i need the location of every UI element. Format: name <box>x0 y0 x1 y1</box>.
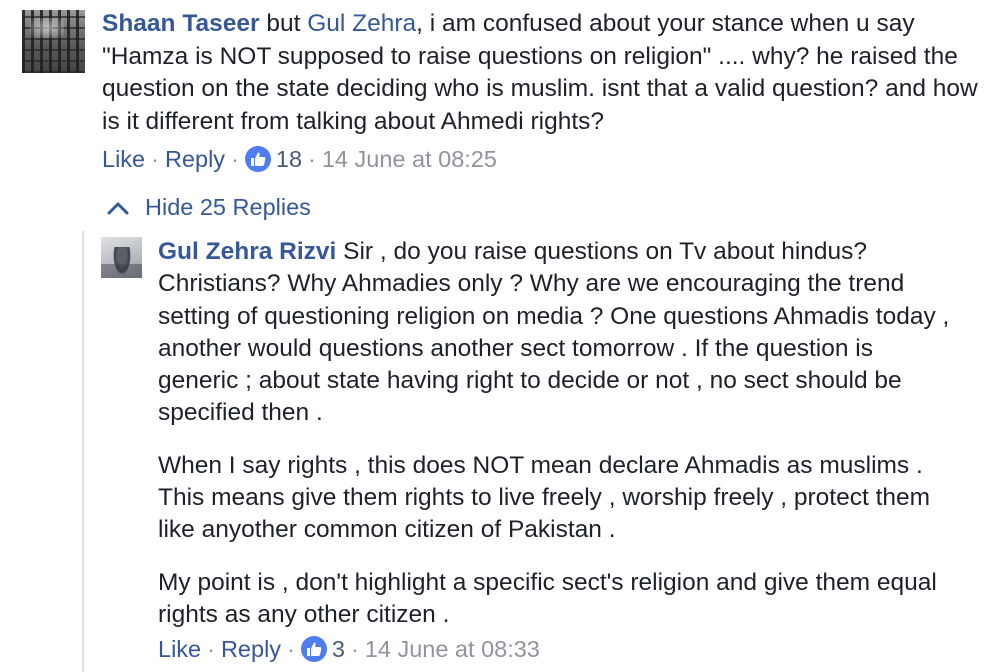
reply-author-link[interactable]: Gul Zehra Rizvi <box>158 238 336 265</box>
reply-paragraph: When I say rights , this does NOT mean d… <box>158 451 931 544</box>
comment-timestamp[interactable]: 14 June at 08:25 <box>322 144 497 174</box>
separator-dot: · <box>308 146 316 172</box>
like-count[interactable]: 3 <box>332 634 345 664</box>
comment-thread: Shaan Taseer but Gul Zehra, i am confuse… <box>0 0 996 672</box>
thumbs-up-icon[interactable] <box>300 636 327 662</box>
mention-link[interactable]: Gul Zehra <box>307 10 416 37</box>
reply-paragraph: My point is , don't highlight a specific… <box>158 568 937 628</box>
separator-dot: · <box>350 636 359 662</box>
separator-dot: · <box>151 146 159 172</box>
reply-timestamp[interactable]: 14 June at 08:33 <box>365 634 540 664</box>
separator-dot: · <box>287 636 295 662</box>
like-count[interactable]: 18 <box>276 144 302 174</box>
reply-thread-line <box>82 231 84 672</box>
chevron-up-icon <box>107 202 129 214</box>
comment-actions: Like · Reply · 18 · 14 June at 08:25 <box>102 144 497 174</box>
reply-button[interactable]: Reply <box>165 144 225 174</box>
comment-author-link[interactable]: Shaan Taseer <box>102 10 260 37</box>
separator-dot: · <box>207 636 215 662</box>
hide-replies-label: Hide 25 Replies <box>145 194 311 220</box>
reply-button[interactable]: Reply <box>221 634 281 664</box>
reply-avatar[interactable] <box>101 237 142 278</box>
reply-paragraph: Gul Zehra Rizvi Sir , do you raise quest… <box>158 236 958 430</box>
like-button[interactable]: Like <box>102 144 145 174</box>
reply-actions: Like · Reply · 3 · 14 June at 08:33 <box>158 634 540 664</box>
hide-replies-button[interactable]: Hide 25 Replies <box>107 194 311 221</box>
reply-text: Sir , do you raise questions on Tv about… <box>158 238 950 427</box>
reply-body: Gul Zehra Rizvi Sir , do you raise quest… <box>158 236 958 631</box>
separator-dot: · <box>231 146 239 172</box>
avatar[interactable] <box>22 10 85 73</box>
like-button[interactable]: Like <box>158 634 201 664</box>
comment-body: Shaan Taseer but Gul Zehra, i am confuse… <box>102 8 982 138</box>
thumbs-up-icon[interactable] <box>244 146 271 172</box>
comment-text: but <box>259 10 308 37</box>
